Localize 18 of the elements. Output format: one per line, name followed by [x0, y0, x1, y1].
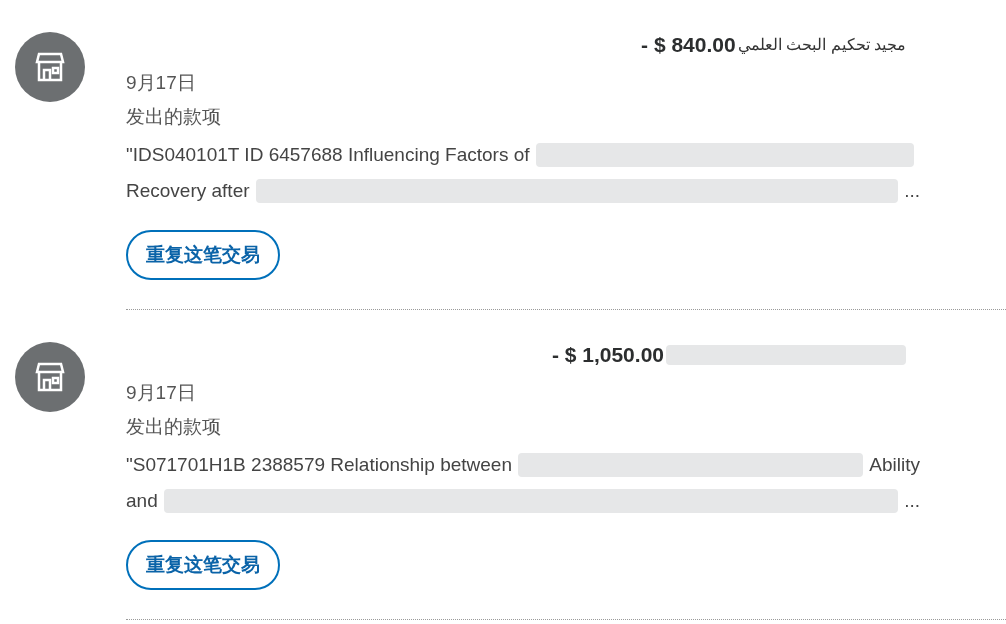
- description-text: "S071701H1B 2388579 Relationship between: [126, 452, 512, 477]
- transaction-date: 9月17日: [126, 381, 197, 405]
- description-text: and: [126, 488, 158, 513]
- description-text: ...: [904, 488, 920, 513]
- description-text: "IDS040101T ID 6457688 Influencing Factors of: [126, 142, 530, 167]
- store-icon: [15, 32, 85, 102]
- repeat-transaction-button[interactable]: 重复这笔交易: [126, 230, 280, 280]
- transaction-date: 9月17日: [126, 71, 197, 95]
- description-text: Recovery after: [126, 178, 250, 203]
- transaction-type: 发出的款项: [126, 105, 222, 129]
- store-icon: [15, 342, 85, 412]
- merchant-name: مجيد تحكيم البحث العلمي: [737, 35, 906, 56]
- transaction-type: 发出的款项: [126, 415, 222, 439]
- repeat-transaction-button[interactable]: 重复这笔交易: [126, 540, 280, 590]
- amount: - $ 840.00: [641, 32, 736, 59]
- description-text: Ability: [869, 452, 920, 477]
- amount: - $ 1,050.00: [551, 342, 664, 369]
- description-text: ...: [904, 178, 920, 203]
